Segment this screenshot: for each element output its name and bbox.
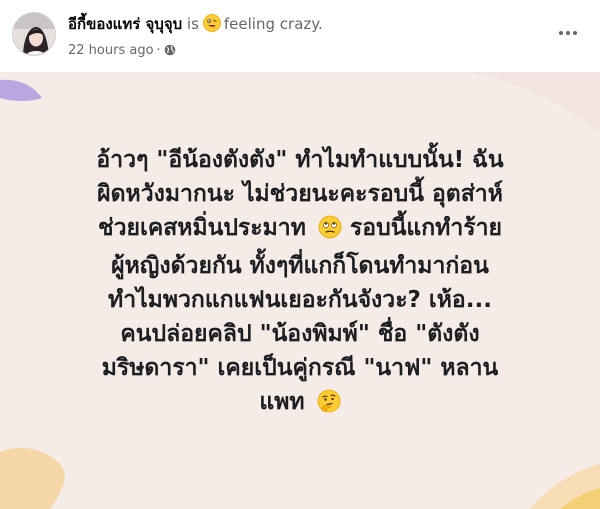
status-line-2: ผิดหวังมากนะ ไม่ช่วยนะคะรอบนี้ อุตส่าห์ — [97, 181, 503, 207]
status-text: อ้าวๆ "อีน้องตังตัง" ทำไมทำแบบนั้น! ฉัน … — [0, 72, 600, 423]
status-line-3: ช่วยเคสหมิ่นประมาท รอบนี้แกทำร้าย — [26, 211, 574, 249]
author-name[interactable]: อีกี้ของแทร่ จุบุจุบ — [68, 15, 182, 33]
post-meta: 22 hours ago · — [68, 42, 176, 62]
status-line-1: อ้าวๆ "อีน้องตังตัง" ทำไมทำแบบนั้น! ฉัน — [96, 147, 504, 173]
thinking-face-emoji-icon — [317, 389, 341, 423]
status-line-4: ผู้หญิงด้วยกัน ทั้งๆที่แกก็โดนทำมาก่อน — [111, 253, 489, 279]
status-line-8: แพท — [26, 385, 574, 423]
post-timestamp[interactable]: 22 hours ago — [68, 43, 154, 58]
facebook-post: อีกี้ของแทร่ จุบุจุบ is feeling crazy. 2… — [0, 0, 600, 509]
meta-separator: · — [156, 43, 161, 58]
globe-icon[interactable] — [164, 44, 176, 62]
crazy-face-emoji-icon — [203, 14, 221, 37]
author-line: อีกี้ของแทร่ จุบุจุบ is feeling crazy. — [68, 14, 323, 37]
ellipsis-icon — [559, 31, 577, 35]
avatar-photo — [13, 13, 55, 55]
post-header: อีกี้ของแทร่ จุบุจุบ is feeling crazy. 2… — [0, 0, 600, 72]
status-line-7: มริษดารา" เคยเป็นคู่กรณี "นาฟ" หลาน — [101, 355, 499, 381]
status-line-3a: ช่วยเคสหมิ่นประมาท — [98, 215, 306, 241]
status-line-3b: รอบนี้แกทำร้าย — [349, 215, 502, 241]
status-line-5: ทำไมพวกแกแฟนเยอะกันจังวะ? เห้อ... — [108, 287, 492, 313]
status-line-8a: แพท — [259, 389, 305, 415]
feeling-text[interactable]: feeling crazy. — [224, 15, 323, 33]
status-line-6: คนปล่อยคลิป "น้องพิมพ์" ชื่อ "ตังตัง — [120, 321, 480, 347]
feeling-prefix: is — [186, 15, 199, 33]
author-avatar[interactable] — [12, 12, 56, 56]
more-options-button[interactable] — [556, 24, 580, 36]
eye-roll-emoji-icon — [318, 215, 342, 249]
